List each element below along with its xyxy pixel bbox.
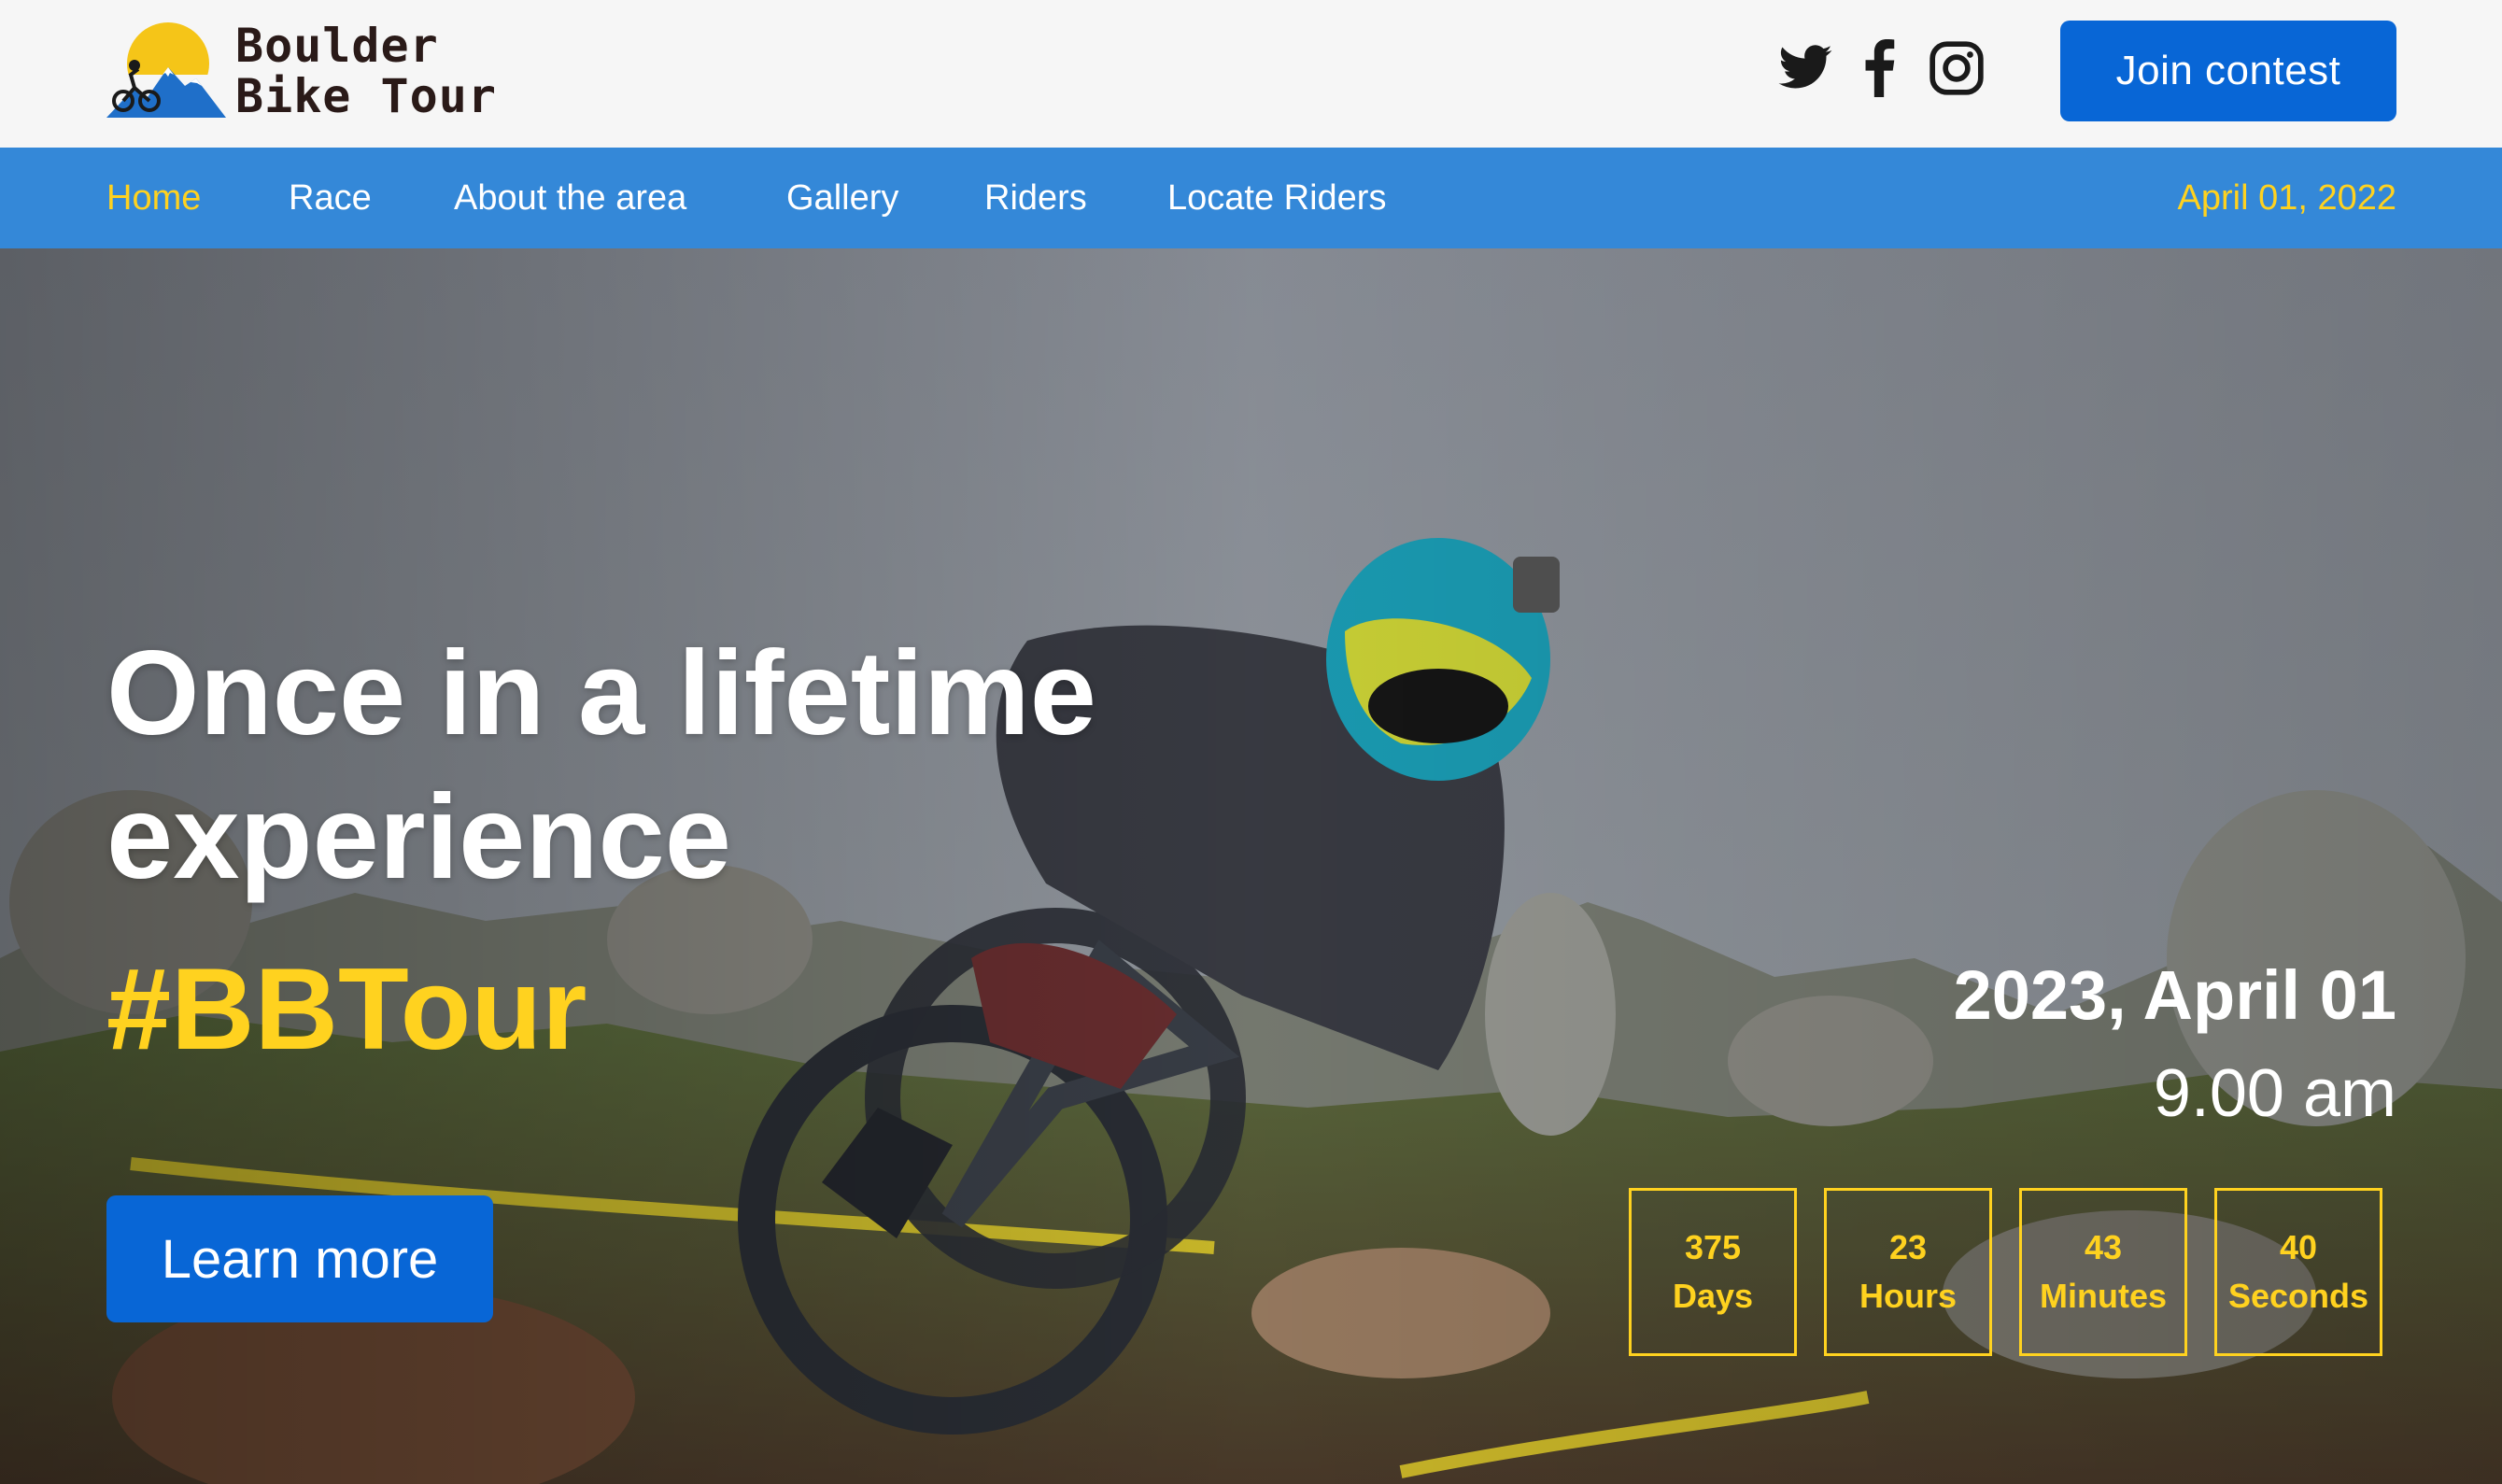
nav-item-home[interactable]: Home bbox=[106, 148, 201, 248]
join-contest-button[interactable]: Join contest bbox=[2060, 21, 2396, 121]
hero-section: Once in a lifetime experience #BBTour Le… bbox=[0, 248, 2502, 1484]
nav-item-about-the-area[interactable]: About the area bbox=[454, 148, 686, 248]
hero-headline-line-2: experience bbox=[106, 770, 731, 904]
countdown-seconds-value: 40 bbox=[2279, 1228, 2318, 1266]
countdown-hours-unit: Hours bbox=[1859, 1277, 1957, 1315]
top-bar: Boulder Bike Tour Join contest bbox=[0, 0, 2502, 148]
facebook-icon bbox=[1865, 39, 1895, 97]
logo[interactable]: Boulder Bike Tour bbox=[106, 21, 496, 125]
countdown-days-unit: Days bbox=[1672, 1277, 1754, 1315]
countdown-seconds-unit: Seconds bbox=[2227, 1277, 2369, 1315]
hero-headline-line-1: Once in a lifetime bbox=[106, 627, 1096, 760]
countdown-seconds: 40 Seconds bbox=[2214, 1188, 2382, 1356]
instagram-icon bbox=[1930, 41, 1984, 95]
event-date: 2023, April 01 bbox=[1953, 956, 2396, 1034]
countdown-minutes-value: 43 bbox=[2084, 1228, 2123, 1266]
learn-more-button[interactable]: Learn more bbox=[106, 1195, 493, 1322]
countdown-hours-value: 23 bbox=[1888, 1228, 1928, 1266]
hero-hashtag: #BBTour bbox=[106, 945, 587, 1074]
logo-line-2: Bike Tour bbox=[235, 69, 497, 123]
event-time: 9.00 am bbox=[2153, 1056, 2396, 1131]
logo-mountain-icon bbox=[106, 22, 226, 121]
nav-item-race[interactable]: Race bbox=[289, 148, 372, 248]
main-nav: Home Race About the area Gallery Riders … bbox=[0, 148, 2502, 248]
logo-wordmark: Boulder Bike Tour bbox=[235, 21, 497, 121]
instagram-link[interactable] bbox=[1928, 39, 1986, 97]
nav-item-riders[interactable]: Riders bbox=[984, 148, 1087, 248]
twitter-icon bbox=[1778, 45, 1832, 89]
countdown-days-value: 375 bbox=[1684, 1228, 1742, 1266]
countdown-minutes-unit: Minutes bbox=[2039, 1277, 2167, 1315]
nav-item-gallery[interactable]: Gallery bbox=[786, 148, 898, 248]
countdown-hours: 23 Hours bbox=[1824, 1188, 1992, 1356]
twitter-link[interactable] bbox=[1776, 39, 1834, 97]
nav-item-locate-riders[interactable]: Locate Riders bbox=[1167, 148, 1386, 248]
hero-headline: Once in a lifetime experience bbox=[106, 622, 1227, 910]
event-date-block: 2023, April 01 9.00 am bbox=[1954, 949, 2396, 1145]
nav-date: April 01, 2022 bbox=[2177, 178, 2397, 218]
logo-line-1: Boulder bbox=[235, 19, 439, 73]
countdown-days: 375 Days bbox=[1629, 1188, 1797, 1356]
countdown-minutes: 43 Minutes bbox=[2019, 1188, 2187, 1356]
facebook-link[interactable] bbox=[1857, 39, 1901, 97]
